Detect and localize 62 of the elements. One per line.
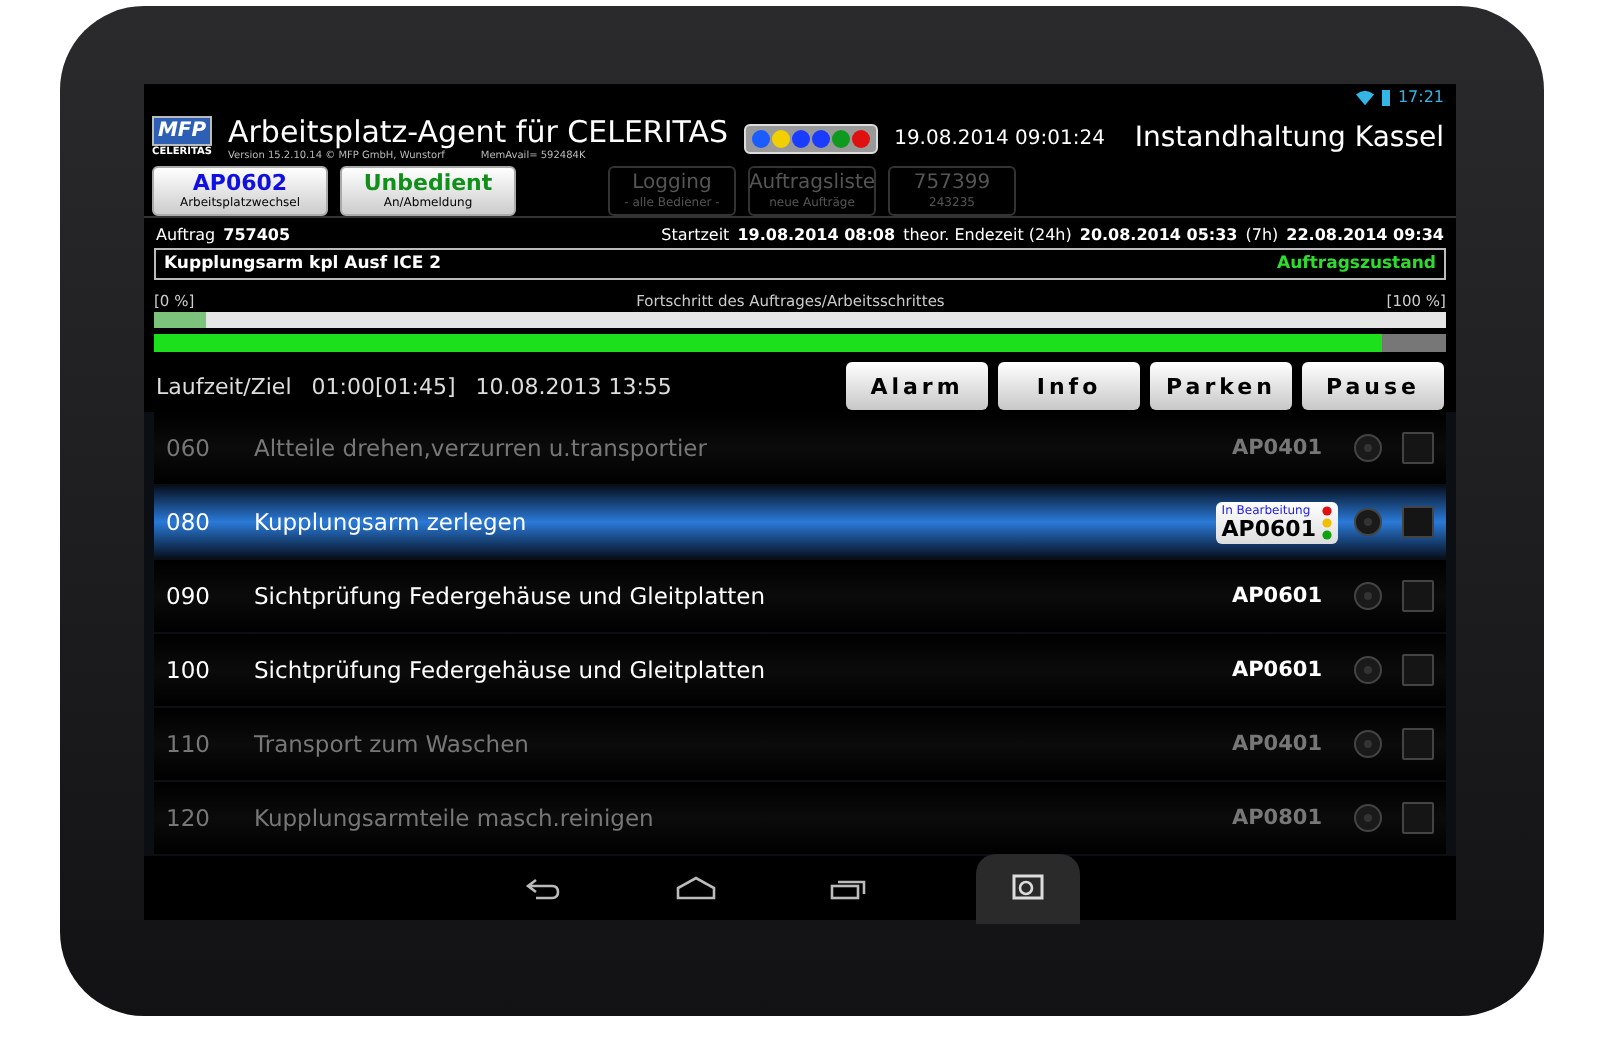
- end-time: 20.08.2014 05:33: [1079, 225, 1238, 243]
- step-row[interactable]: 100 Sichtprüfung Federgehäuse und Gleitplatten AP0601: [154, 634, 1446, 706]
- step-name: Kupplungsarm zerlegen: [254, 508, 529, 536]
- checkbox[interactable]: [1402, 802, 1434, 834]
- radio-icon: [1354, 582, 1382, 610]
- step-name: Altteile drehen,verzurren u.transportier: [254, 434, 709, 462]
- workplace-code: AP0601: [1221, 517, 1316, 541]
- action-button[interactable]: Parken: [1150, 362, 1292, 410]
- runtime-label: Laufzeit/Ziel: [156, 373, 292, 399]
- article-name: Kupplungsarm kpl Ausf ICE 2: [164, 254, 442, 274]
- wifi-icon: [1355, 89, 1374, 105]
- status-time: 17:21: [1397, 88, 1444, 106]
- step-number: 100: [166, 656, 212, 684]
- step-row[interactable]: 060 Altteile drehen,verzurren u.transportier AP0401: [154, 412, 1446, 484]
- start-time: 19.08.2014 08:08: [737, 225, 896, 243]
- step-name: Sichtprüfung Federgehäuse und Gleitplatten: [254, 656, 768, 684]
- step-name: Sichtprüfung Federgehäuse und Gleitplatten: [254, 582, 768, 610]
- traffic-light-icon: [1322, 505, 1332, 539]
- workplace-code: AP0801: [1231, 806, 1322, 830]
- order-label: Auftrag: [156, 225, 216, 243]
- screenshot-button[interactable]: [976, 853, 1080, 923]
- action-button[interactable]: Info: [998, 362, 1140, 410]
- header-datetime: 19.08.2014 09:01:24: [894, 127, 1105, 149]
- step-number: 090: [166, 582, 212, 610]
- runtime-value: 01:00[01:45]: [311, 373, 456, 399]
- action-button[interactable]: Alarm: [846, 362, 988, 410]
- radio-icon: [1354, 508, 1382, 536]
- duration-label: (7h): [1245, 225, 1279, 243]
- step-number: 120: [166, 804, 212, 832]
- step-name: Transport zum Waschen: [254, 730, 531, 758]
- checkbox[interactable]: [1402, 432, 1434, 464]
- app-title: Arbeitsplatz-Agent für CELERITAS: [228, 113, 729, 149]
- step-number: 080: [166, 508, 212, 536]
- battery-icon: [1381, 89, 1390, 105]
- step-number: 060: [166, 434, 212, 462]
- checkbox[interactable]: [1402, 506, 1434, 538]
- checkbox[interactable]: [1402, 654, 1434, 686]
- radio-icon: [1354, 656, 1382, 684]
- step-name: Kupplungsarmteile masch.reinigen: [254, 804, 656, 832]
- action-button[interactable]: Pause: [1302, 362, 1444, 410]
- due-time: 22.08.2014 09:34: [1286, 225, 1444, 243]
- radio-icon: [1354, 434, 1382, 462]
- checkbox[interactable]: [1402, 728, 1434, 760]
- logo-text: MFP: [151, 116, 213, 146]
- location-title: Instandhaltung Kassel: [1134, 122, 1444, 154]
- radio-icon: [1354, 730, 1382, 758]
- step-row[interactable]: 090 Sichtprüfung Federgehäuse und Gleitplatten AP0601: [154, 560, 1446, 632]
- end-label: theor. Endezeit (24h): [903, 225, 1072, 243]
- workplace-code: AP0601: [1231, 658, 1322, 682]
- checkbox[interactable]: [1402, 580, 1434, 612]
- step-row[interactable]: 110 Transport zum Waschen AP0401: [154, 708, 1446, 780]
- order-state: Auftragszustand: [1277, 254, 1436, 274]
- home-icon: [672, 874, 720, 902]
- runtime-date: 10.08.2013 13:55: [475, 373, 672, 399]
- workplace-code: AP0401: [1231, 436, 1322, 460]
- step-number: 110: [166, 730, 212, 758]
- workplace-code: AP0601: [1231, 584, 1322, 608]
- order-number: 757405: [223, 225, 291, 243]
- step-row[interactable]: 120 Kupplungsarmteile masch.reinigen AP0801: [154, 782, 1446, 854]
- workplace-code: AP0401: [1231, 732, 1322, 756]
- start-label: Startzeit: [661, 225, 730, 243]
- radio-icon: [1354, 804, 1382, 832]
